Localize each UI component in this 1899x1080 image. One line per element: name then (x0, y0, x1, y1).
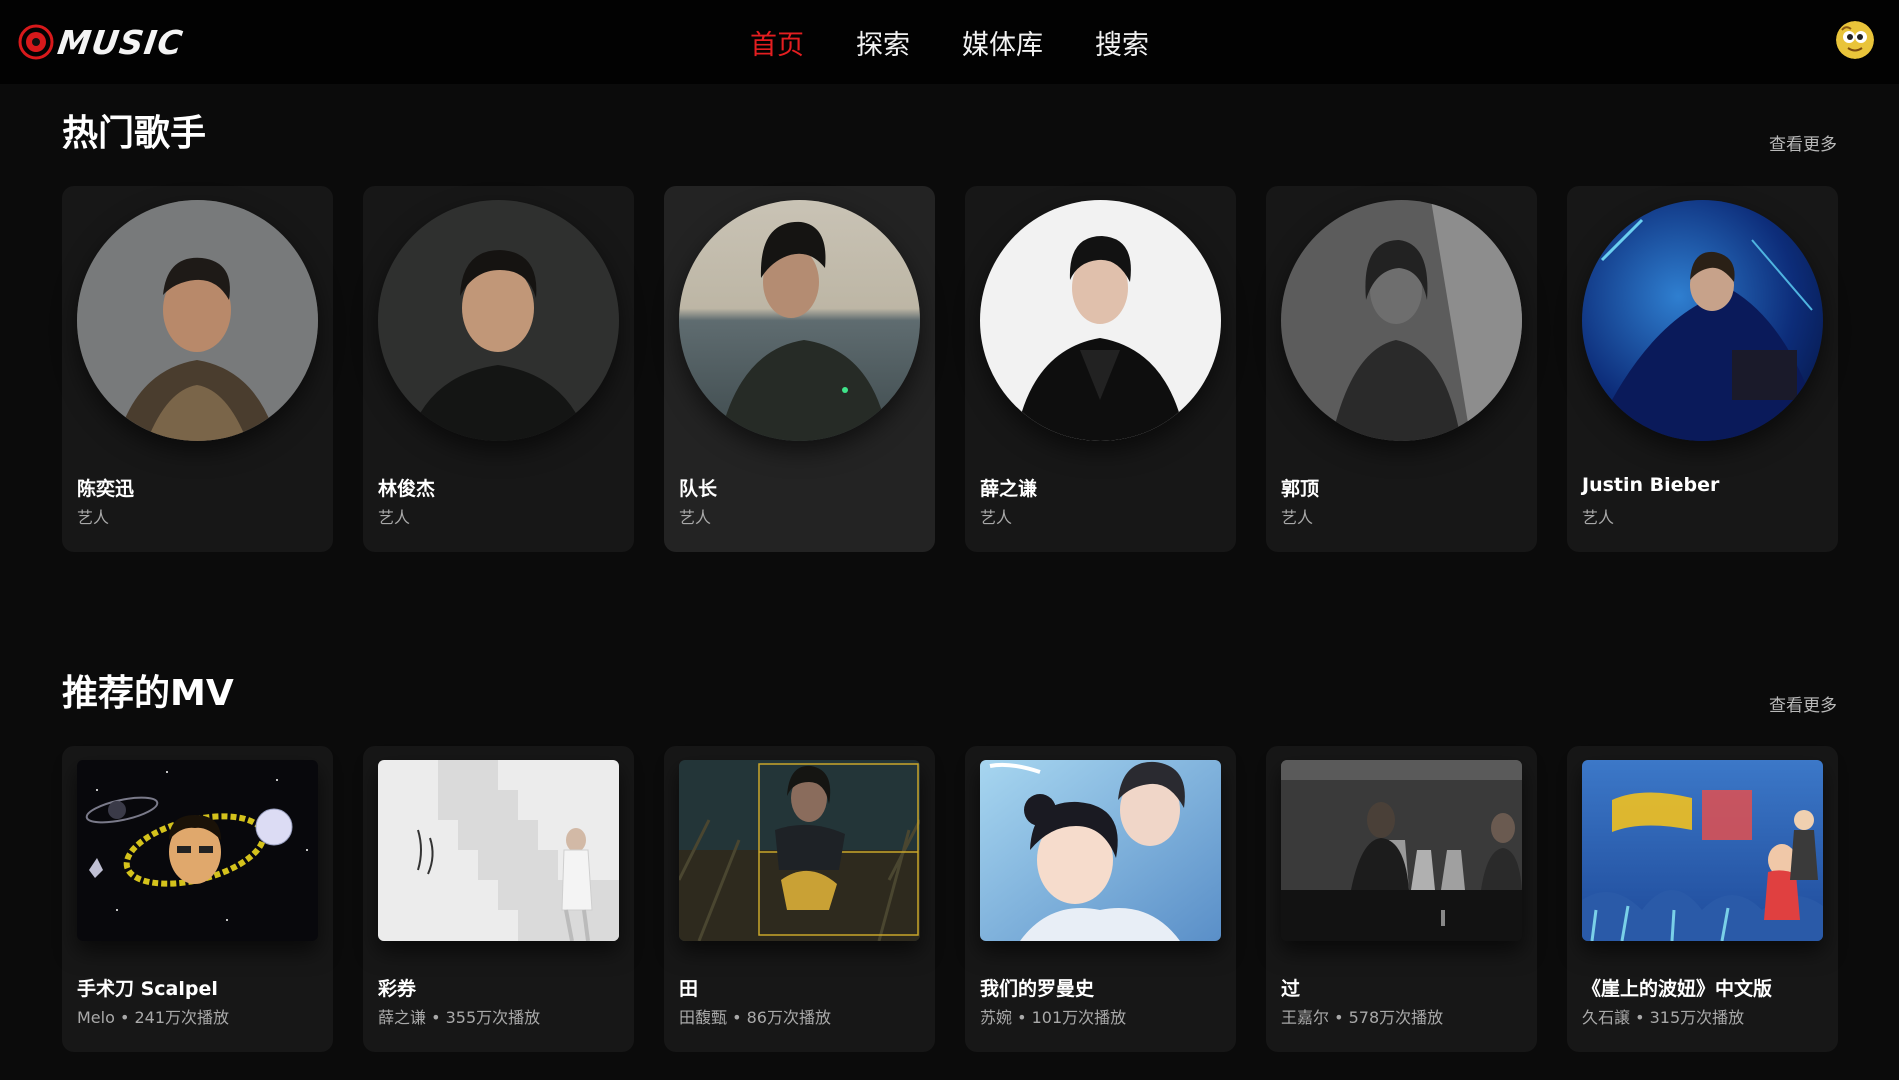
artist-photo (1582, 200, 1823, 441)
artist-card[interactable]: Justin Bieber 艺人 (1567, 186, 1838, 552)
logo-text: MUSIC (55, 22, 186, 62)
nav-library[interactable]: 媒体库 (962, 23, 1043, 62)
artist-name: 薛之谦 (980, 478, 1038, 500)
mv-thumbnail (1582, 760, 1823, 941)
record-logo-icon (18, 24, 54, 60)
artist-role: 艺人 (980, 508, 1013, 527)
mv-card[interactable]: 我们的罗曼史 苏婉 • 101万次播放 (965, 746, 1236, 1052)
mv-meta: 王嘉尔 • 578万次播放 (1281, 1008, 1444, 1027)
mv-title: 田 (679, 978, 699, 1000)
mv-thumbnail (378, 760, 619, 941)
artist-role: 艺人 (1281, 508, 1314, 527)
mv-section-title: 推荐的MV (62, 673, 234, 714)
artist-photo (77, 200, 318, 441)
mv-title: 我们的罗曼史 (980, 978, 1095, 1000)
mv-meta: 薛之谦 • 355万次播放 (378, 1008, 541, 1027)
mv-title: 《崖上的波妞》中文版 (1582, 978, 1773, 1000)
artist-name: 队长 (679, 478, 718, 500)
artists-section-title: 热门歌手 (62, 113, 207, 154)
artist-name: Justin Bieber (1582, 474, 1720, 496)
mv-title: 彩券 (378, 978, 417, 1000)
mv-title: 手术刀 Scalpel (77, 978, 218, 1000)
artist-name: 林俊杰 (378, 478, 436, 500)
mv-card[interactable]: 彩券 薛之谦 • 355万次播放 (363, 746, 634, 1052)
main-nav: 首页 探索 媒体库 搜索 (750, 22, 1201, 62)
artist-name: 陈奕迅 (77, 478, 135, 500)
artist-list: 陈奕迅 艺人 林俊杰 艺人 队长 艺人 薛之谦 艺人 郭顶 艺人 Justin … (62, 186, 1838, 552)
artist-photo (1281, 200, 1522, 441)
artist-card[interactable]: 队长 艺人 (664, 186, 935, 552)
mv-meta: Melo • 241万次播放 (77, 1008, 230, 1027)
artists-see-more-link[interactable]: 查看更多 (1769, 130, 1837, 155)
emoji-avatar-icon (1836, 21, 1874, 59)
artist-photo (679, 200, 920, 441)
artist-role: 艺人 (1582, 508, 1615, 527)
mv-thumbnail (1281, 760, 1522, 941)
artist-card[interactable]: 薛之谦 艺人 (965, 186, 1236, 552)
mv-meta: 久石譲 • 315万次播放 (1582, 1008, 1745, 1027)
artist-role: 艺人 (77, 508, 110, 527)
artist-photo (980, 200, 1221, 441)
artist-card[interactable]: 林俊杰 艺人 (363, 186, 634, 552)
nav-search[interactable]: 搜索 (1095, 23, 1149, 62)
mv-card[interactable]: 过 王嘉尔 • 578万次播放 (1266, 746, 1537, 1052)
nav-home[interactable]: 首页 (750, 23, 804, 62)
app-logo[interactable]: MUSIC (18, 22, 186, 62)
artist-photo (378, 200, 619, 441)
artist-role: 艺人 (679, 508, 712, 527)
mv-thumbnail (77, 760, 318, 941)
mv-meta: 苏婉 • 101万次播放 (980, 1008, 1127, 1027)
mv-list: 手术刀 Scalpel Melo • 241万次播放 彩券 薛之谦 • 355万… (62, 746, 1838, 1052)
mv-thumbnail (980, 760, 1221, 941)
mv-see-more-link[interactable]: 查看更多 (1769, 691, 1837, 716)
mv-title: 过 (1281, 978, 1301, 1000)
top-bar: MUSIC 首页 探索 媒体库 搜索 (0, 0, 1899, 84)
user-avatar[interactable] (1836, 21, 1874, 59)
artist-card[interactable]: 陈奕迅 艺人 (62, 186, 333, 552)
mv-card[interactable]: 手术刀 Scalpel Melo • 241万次播放 (62, 746, 333, 1052)
artist-card[interactable]: 郭顶 艺人 (1266, 186, 1537, 552)
artist-role: 艺人 (378, 508, 411, 527)
mv-card[interactable]: 《崖上的波妞》中文版 久石譲 • 315万次播放 (1567, 746, 1838, 1052)
artist-name: 郭顶 (1281, 478, 1320, 500)
mv-meta: 田馥甄 • 86万次播放 (679, 1008, 831, 1027)
nav-explore[interactable]: 探索 (856, 23, 910, 62)
mv-thumbnail (679, 760, 920, 941)
mv-card[interactable]: 田 田馥甄 • 86万次播放 (664, 746, 935, 1052)
